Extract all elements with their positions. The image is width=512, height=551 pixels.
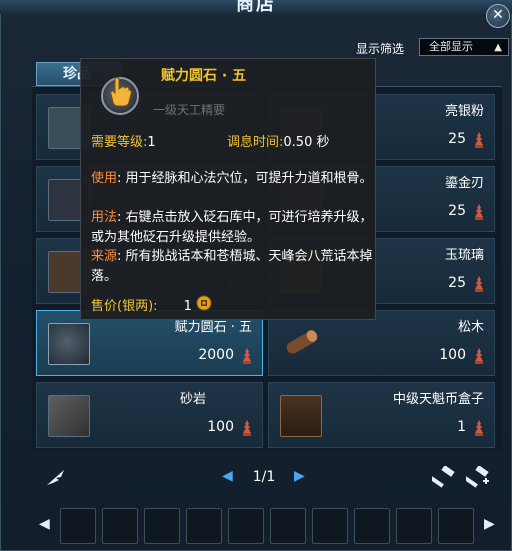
tooltip-rank: 一级天工精要 xyxy=(153,103,226,117)
method-text: 用法: 右键点击放入砭石库中，可进行培养升级，或为其他砭石升级提供经验。 xyxy=(91,208,373,248)
cooldown-time: 调息时间:0.50 秒 xyxy=(227,131,329,150)
hammer-plus-icon[interactable] xyxy=(466,466,490,488)
buyback-slot[interactable] xyxy=(144,508,180,544)
currency-icon xyxy=(475,276,483,292)
filter-select[interactable]: 全部显示 ▲ xyxy=(419,38,509,56)
item-price: 25 xyxy=(448,275,466,291)
buyback-slot[interactable] xyxy=(438,508,474,544)
item-cell-9[interactable]: 砂岩 100 xyxy=(36,382,263,448)
buyback-slot[interactable] xyxy=(270,508,306,544)
currency-icon xyxy=(475,348,483,364)
buyback-slot[interactable] xyxy=(354,508,390,544)
item-price: 25 xyxy=(448,203,466,219)
currency-icon xyxy=(475,420,483,436)
page-indicator: 1/1 xyxy=(252,469,276,485)
item-name: 中级天魁币盒子 xyxy=(392,392,484,407)
item-name: 松木 xyxy=(457,320,484,335)
cooldown-time-value: 0.50 秒 xyxy=(283,135,330,150)
window-title: 商店 xyxy=(236,0,276,15)
close-button[interactable]: ✕ xyxy=(486,4,510,28)
source-body: : 所有挑战话本和苍梧城、天峰会八荒话本掉落。 xyxy=(91,249,373,284)
sell-price: 售价(银两): 1 xyxy=(91,295,192,314)
currency-icon xyxy=(475,204,483,220)
required-level-value: 1 xyxy=(147,135,156,150)
cooldown-time-label: 调息时间: xyxy=(227,135,284,150)
filter-value: 全部显示 xyxy=(429,40,473,53)
buyback-bar: ◀ ▶ xyxy=(0,500,512,551)
currency-icon xyxy=(243,420,251,436)
buyback-slot[interactable] xyxy=(228,508,264,544)
item-price: 25 xyxy=(448,131,466,147)
item-price: 2000 xyxy=(198,347,234,363)
usage-text: 使用: 用于经脉和心法穴位，可提升力道和根骨。 xyxy=(91,169,373,189)
item-price: 100 xyxy=(207,419,234,435)
sell-price-label: 售价(银两): xyxy=(91,299,158,314)
item-name: 亮银粉 xyxy=(444,104,484,119)
prev-page-button[interactable]: ◀ xyxy=(222,468,233,484)
currency-icon xyxy=(475,132,483,148)
title-bar: 商店 xyxy=(0,0,512,15)
buyback-slot[interactable] xyxy=(312,508,348,544)
buyback-slot[interactable] xyxy=(186,508,222,544)
usage-body: : 用于经脉和心法穴位，可提升力道和根骨。 xyxy=(117,171,373,186)
filter-label: 显示筛选 xyxy=(356,42,405,56)
item-name: 鎏金刃 xyxy=(444,176,484,191)
log-icon xyxy=(286,330,318,354)
required-level-label: 需要等级: xyxy=(91,135,148,150)
sandstone-icon xyxy=(48,395,90,437)
buyback-slot[interactable] xyxy=(102,508,138,544)
required-level: 需要等级:1 xyxy=(91,131,156,150)
hand-cursor-icon xyxy=(110,77,132,107)
slots-next-button[interactable]: ▶ xyxy=(484,516,495,532)
item-price: 1 xyxy=(457,419,466,435)
source-text: 来源: 所有挑战话本和苍梧城、天峰会八荒话本掉落。 xyxy=(91,247,373,287)
box-icon xyxy=(280,395,322,437)
item-price: 100 xyxy=(439,347,466,363)
hammer-icon[interactable] xyxy=(432,466,456,488)
item-tooltip: 赋力圆石 · 五 一级天工精要 需要等级:1 调息时间:0.50 秒 使用: 用… xyxy=(80,58,376,320)
item-name: 玉琉璃 xyxy=(444,248,484,263)
buyback-slot[interactable] xyxy=(60,508,96,544)
stone-icon xyxy=(48,323,90,365)
buyback-slot[interactable] xyxy=(396,508,432,544)
currency-icon xyxy=(243,348,251,364)
method-body: : 右键点击放入砭石库中，可进行培养升级，或为其他砭石升级提供经验。 xyxy=(91,210,373,245)
usage-label: 使用 xyxy=(91,171,118,186)
method-label: 用法 xyxy=(91,210,118,225)
feather-icon[interactable] xyxy=(44,466,68,488)
slots-prev-button[interactable]: ◀ xyxy=(39,516,50,532)
pager-bar: ◀ 1/1 ▶ xyxy=(0,460,512,494)
caret-up-icon: ▲ xyxy=(494,42,502,53)
sell-price-value: 1 xyxy=(183,299,192,314)
item-cell-10[interactable]: 中级天魁币盒子 1 xyxy=(268,382,495,448)
source-label: 来源 xyxy=(91,249,118,264)
tooltip-title: 赋力圆石 · 五 xyxy=(161,68,247,84)
silver-coin-icon xyxy=(196,295,212,311)
next-page-button[interactable]: ▶ xyxy=(294,468,305,484)
item-name: 砂岩 xyxy=(179,392,206,407)
